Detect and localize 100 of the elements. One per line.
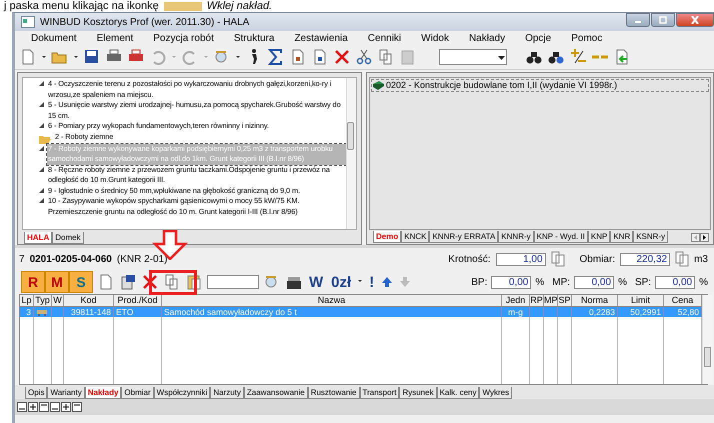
input-field[interactable]: 0,00	[574, 276, 614, 288]
toolbar-text-button[interactable]: W	[307, 274, 326, 290]
tab[interactable]: Nakłady	[84, 387, 122, 399]
tab[interactable]: Rusztowanie	[308, 387, 360, 399]
input-field[interactable]: 0,00	[491, 276, 532, 288]
column-header[interactable]: MP	[544, 295, 558, 306]
book-icon	[372, 80, 384, 91]
triangle-icon	[39, 102, 44, 107]
menu-item[interactable]: Zestawienia	[284, 32, 358, 44]
scroll-right-icon[interactable]	[700, 232, 709, 242]
layout-icon[interactable]	[61, 402, 71, 412]
tab[interactable]: Domek	[52, 232, 84, 244]
menu-item[interactable]: Nakłady	[458, 32, 516, 44]
minimize-button[interactable]	[626, 13, 650, 27]
scrollbar[interactable]	[702, 295, 713, 384]
field-label: SP:	[634, 276, 652, 288]
combo-box[interactable]	[439, 49, 507, 65]
toggle-button[interactable]: M	[45, 271, 69, 293]
scrollbar[interactable]	[346, 78, 356, 229]
column-header[interactable]: W	[52, 295, 64, 306]
menu-item[interactable]: Struktura	[224, 32, 284, 44]
triangle-icon	[39, 166, 44, 172]
menu-item[interactable]: Opcje	[515, 32, 562, 44]
menu-item[interactable]: Element	[86, 32, 144, 44]
column-header[interactable]: Nazwa	[162, 295, 502, 306]
toggle-button[interactable]: R	[21, 271, 45, 293]
unit-label: %	[535, 276, 544, 288]
copy-icon[interactable]	[675, 251, 690, 267]
tab[interactable]: Demo	[373, 231, 402, 243]
tab[interactable]: Zaawansowanie	[244, 387, 308, 399]
window-title: WINBUD Kosztorys Prof (wer. 2011.30) - HALA	[40, 16, 250, 28]
close-button[interactable]	[676, 13, 714, 27]
layout-icon[interactable]	[50, 402, 60, 412]
tab[interactable]: Obmiar	[121, 387, 154, 399]
column-header[interactable]: Typ	[34, 295, 52, 306]
text-field[interactable]	[207, 275, 259, 289]
toolbar-text-button[interactable]: 0zł	[329, 274, 354, 290]
column-header[interactable]: Prod./Kod	[114, 295, 162, 306]
table-cell: 39811-148	[64, 307, 114, 317]
input-field[interactable]: 1,00	[496, 252, 546, 266]
field-label: BP:	[471, 276, 488, 288]
column-header[interactable]: RP	[530, 295, 544, 306]
tab[interactable]: KNNR-y	[498, 231, 534, 243]
layout-icon[interactable]	[72, 402, 82, 412]
unit-label: %	[618, 276, 627, 288]
menu-item[interactable]: Pomoc	[561, 32, 612, 44]
table-cell: Samochód samowyładowczy do 5 t	[162, 307, 502, 317]
scrollbar-thumb[interactable]	[347, 122, 354, 150]
plus-minus-icon[interactable]	[569, 48, 587, 66]
layout-icon[interactable]	[28, 402, 38, 412]
layout-icon[interactable]	[39, 402, 49, 412]
toolbar-text-button[interactable]: !	[367, 274, 376, 290]
column-header[interactable]: Norma	[572, 295, 618, 306]
clipboard-icon[interactable]	[119, 273, 137, 291]
maximize-button[interactable]	[651, 13, 675, 27]
menu-item[interactable]: Dokument	[21, 32, 87, 44]
tab[interactable]: Kalk. ceny	[436, 387, 480, 399]
column-header[interactable]: Kod	[64, 295, 114, 306]
tab[interactable]: Narzuty	[210, 387, 244, 399]
field-label: MP:	[552, 276, 570, 288]
tab[interactable]: KNNR-y ERRATA	[429, 231, 498, 243]
cut-icon[interactable]	[355, 48, 373, 66]
scrollbar-thumb[interactable]	[704, 347, 711, 367]
caption-text: Wklej nakład.	[206, 0, 272, 12]
menu-item[interactable]: Pozycja robót	[143, 32, 224, 44]
menu-item[interactable]: Cenniki	[358, 32, 412, 44]
sigma-icon[interactable]	[267, 48, 285, 66]
column-header[interactable]: Lp	[20, 295, 34, 306]
tab[interactable]: Opis	[25, 387, 48, 399]
tab[interactable]: HALA	[24, 232, 52, 244]
column-header[interactable]: Limit	[618, 295, 664, 306]
table-cell: 3	[20, 307, 34, 317]
tab[interactable]: Transport	[360, 387, 400, 399]
tab[interactable]: Wykres	[479, 387, 512, 399]
table-cell: ETO	[114, 307, 162, 317]
menu-item[interactable]: Widok	[411, 32, 459, 44]
delete-icon[interactable]	[333, 48, 351, 66]
tab[interactable]: KNCK	[401, 231, 430, 243]
layout-icon[interactable]	[17, 402, 27, 412]
input-field[interactable]: 0,00	[655, 276, 696, 288]
tab[interactable]: Rysunek	[399, 387, 437, 399]
tab[interactable]: KSNR-y	[633, 231, 668, 243]
column-header[interactable]: Jedn	[502, 295, 530, 306]
table-cell: 50,2991	[618, 307, 664, 317]
triangle-icon	[39, 81, 44, 86]
highlight-frame	[149, 270, 197, 295]
copy-icon[interactable]	[550, 251, 565, 267]
position-code: 0201-0205-04-060	[30, 254, 112, 264]
delete-icon[interactable]	[141, 273, 159, 291]
tab[interactable]: Warianty	[47, 387, 85, 399]
close-icon	[690, 16, 700, 24]
input-field[interactable]: 220,32	[620, 252, 670, 266]
column-header[interactable]: SP	[558, 295, 572, 306]
tab[interactable]: KNR	[610, 231, 634, 243]
tab[interactable]: KNP - Wyd. II	[534, 231, 588, 243]
save-icon[interactable]	[83, 48, 101, 66]
caption-text: j paska menu klikając na ikonkę	[4, 0, 159, 12]
tab[interactable]: Współczynniki	[154, 387, 210, 399]
tab[interactable]: KNP	[588, 231, 610, 243]
vehicle-icon	[36, 308, 48, 316]
